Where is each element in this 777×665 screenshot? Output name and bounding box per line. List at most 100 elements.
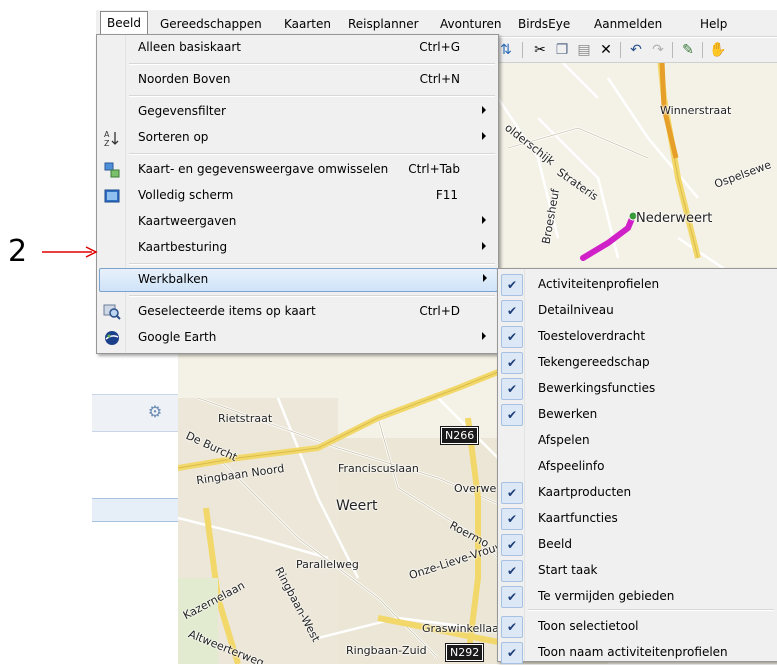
menu-item-label: Gegevensfilter bbox=[138, 104, 226, 118]
submenu-item[interactable]: ✔ Activiteitenprofielen bbox=[500, 273, 776, 296]
menu-item-volledig-scherm[interactable]: Volledig scherm F11 bbox=[99, 185, 496, 207]
checkmark-icon: ✔ bbox=[501, 378, 523, 400]
transfer-icon[interactable]: ⇅ bbox=[496, 40, 516, 60]
copy-icon[interactable]: ❐ bbox=[552, 40, 572, 60]
checkmark-icon: ✔ bbox=[501, 586, 523, 608]
menu-beeld[interactable]: Beeld bbox=[100, 11, 148, 36]
menu-item-shortcut: Ctrl+D bbox=[419, 304, 460, 318]
cut-icon[interactable]: ✂ bbox=[530, 40, 550, 60]
submenu-item-label: Start taak bbox=[538, 563, 598, 577]
menu-item-sorteren-op[interactable]: AZ Sorteren op bbox=[99, 127, 496, 149]
menu-reisplanner[interactable]: Reisplanner bbox=[342, 14, 425, 34]
google-earth-icon bbox=[103, 329, 121, 347]
map-label-winnerstraat: Winnerstraat bbox=[660, 104, 732, 117]
menu-separator bbox=[129, 263, 495, 265]
map-label-parallelweg: Parallelweg bbox=[296, 558, 359, 571]
submenu-item[interactable]: ✔ Bewerkingsfuncties bbox=[500, 377, 776, 400]
undo-icon[interactable]: ↶ bbox=[626, 40, 646, 60]
menu-separator bbox=[129, 63, 495, 65]
menu-gereedschappen[interactable]: Gereedschappen bbox=[154, 14, 268, 34]
menu-item-label: Volledig scherm bbox=[138, 188, 234, 202]
submenu-item[interactable]: ✔ Te vermijden gebieden bbox=[500, 585, 776, 608]
sort-az-icon: AZ bbox=[103, 129, 121, 148]
callout-number: 2 bbox=[8, 234, 28, 269]
draw-tool-icon[interactable]: ✎ bbox=[678, 40, 698, 60]
gear-icon[interactable]: ⚙ bbox=[146, 403, 164, 421]
left-panel-selected-row[interactable] bbox=[92, 498, 178, 522]
submenu-separator bbox=[528, 609, 774, 611]
menu-item-kaartbesturing[interactable]: Kaartbesturing bbox=[99, 237, 496, 259]
submenu-item[interactable]: ✔ Bewerken bbox=[500, 403, 776, 426]
checkmark-icon: ✔ bbox=[501, 326, 523, 348]
callout-arrow-icon bbox=[42, 246, 98, 258]
menu-item-label: Kaart- en gegevensweergave omwisselen bbox=[138, 162, 389, 176]
road-shield-n292: N292 bbox=[444, 643, 485, 662]
delete-icon[interactable]: ✕ bbox=[596, 40, 616, 60]
redo-icon[interactable]: ↷ bbox=[648, 40, 668, 60]
swap-view-icon bbox=[103, 161, 121, 179]
beeld-dropdown-menu: Alleen basiskaart Ctrl+G Noorden Boven C… bbox=[96, 34, 499, 354]
map-label-weert: Weert bbox=[336, 498, 378, 514]
menu-item-gegevensfilter[interactable]: Gegevensfilter bbox=[99, 101, 496, 123]
submenu-item[interactable]: ✔ Beeld bbox=[500, 533, 776, 556]
submenu-item-label: Toesteloverdracht bbox=[538, 329, 646, 343]
menu-item-alleen-basiskaart[interactable]: Alleen basiskaart Ctrl+G bbox=[99, 37, 496, 59]
menu-birdseye[interactable]: BirdsEye bbox=[512, 14, 576, 34]
menu-separator bbox=[129, 95, 495, 97]
menubar: Beeld Gereedschappen Kaarten Reisplanner… bbox=[96, 10, 777, 37]
map-label-franciscuslaan: Franciscuslaan bbox=[338, 462, 419, 475]
menu-item-label: Werkbalken bbox=[138, 272, 209, 286]
menu-item-shortcut: Ctrl+N bbox=[419, 72, 460, 86]
menu-kaarten[interactable]: Kaarten bbox=[278, 14, 337, 34]
left-panel-header: ⚙ bbox=[92, 395, 178, 432]
submenu-item[interactable]: Afspeelinfo bbox=[500, 455, 776, 477]
menu-separator bbox=[129, 295, 495, 297]
checkmark-icon: ✔ bbox=[501, 534, 523, 556]
checkmark-icon: ✔ bbox=[501, 642, 523, 664]
map-label-graswinkellaan: Graswinkellaan bbox=[422, 622, 506, 635]
submenu-arrow-icon bbox=[482, 332, 486, 340]
menu-item-geselecteerde-items-op-kaart[interactable]: Geselecteerde items op kaart Ctrl+D bbox=[99, 301, 496, 323]
submenu-item[interactable]: ✔ Toesteloverdracht bbox=[500, 325, 776, 348]
svg-text:Z: Z bbox=[104, 139, 110, 147]
submenu-item[interactable]: ✔ Start taak bbox=[500, 559, 776, 582]
magnifier-map-icon bbox=[103, 303, 121, 321]
menu-help[interactable]: Help bbox=[694, 14, 733, 34]
submenu-item-label: Tekengereedschap bbox=[538, 355, 650, 369]
menu-item-shortcut: F11 bbox=[435, 188, 458, 202]
menu-item-google-earth[interactable]: Google Earth bbox=[99, 327, 496, 349]
hand-pan-icon[interactable]: ✋ bbox=[708, 40, 728, 60]
werkbalken-submenu: ✔ Activiteitenprofielen ✔ Detailniveau ✔ Toes… bbox=[497, 268, 777, 664]
checkmark-icon: ✔ bbox=[501, 482, 523, 504]
menu-item-werkbalken[interactable]: Werkbalken bbox=[99, 268, 498, 292]
svg-text:A: A bbox=[104, 130, 110, 139]
submenu-item-label: Kaartproducten bbox=[538, 485, 632, 499]
menu-item-label: Noorden Boven bbox=[138, 72, 231, 86]
submenu-item[interactable]: ✔ Toon selectietool bbox=[500, 615, 776, 638]
submenu-item-label: Activiteitenprofielen bbox=[538, 277, 660, 291]
menu-item-kaartweergaven[interactable]: Kaartweergaven bbox=[99, 211, 496, 233]
left-panel: ⚙ bbox=[92, 394, 178, 665]
map-label-rietstraat: Rietstraat bbox=[218, 412, 273, 425]
map-label-ringbaan-zuid: Ringbaan-Zuid bbox=[346, 644, 427, 657]
submenu-item-label: Kaartfuncties bbox=[538, 511, 618, 525]
paste-icon[interactable]: ▤ bbox=[574, 40, 594, 60]
menu-item-kaart-gegevensweergave-omwisselen[interactable]: Kaart- en gegevensweergave omwisselen Ct… bbox=[99, 159, 496, 181]
menu-item-label: Kaartweergaven bbox=[138, 214, 237, 228]
submenu-item[interactable]: ✔ Kaartproducten bbox=[500, 481, 776, 504]
submenu-item[interactable]: Afspelen bbox=[500, 429, 776, 451]
submenu-item[interactable]: ✔ Toon naam activiteitenprofielen bbox=[500, 641, 776, 664]
menu-item-shortcut: Ctrl+Tab bbox=[408, 162, 460, 176]
submenu-item[interactable]: ✔ Kaartfuncties bbox=[500, 507, 776, 530]
menu-avonturen[interactable]: Avonturen bbox=[434, 14, 508, 34]
menu-item-label: Geselecteerde items op kaart bbox=[138, 304, 316, 318]
menu-aanmelden[interactable]: Aanmelden bbox=[588, 14, 668, 34]
menu-item-noorden-boven[interactable]: Noorden Boven Ctrl+N bbox=[99, 69, 496, 91]
submenu-arrow-icon bbox=[483, 274, 487, 282]
menu-item-label: Google Earth bbox=[138, 330, 217, 344]
submenu-item[interactable]: ✔ Detailniveau bbox=[500, 299, 776, 322]
submenu-item[interactable]: ✔ Tekengereedschap bbox=[500, 351, 776, 374]
menu-item-label: Alleen basiskaart bbox=[138, 40, 241, 54]
checkmark-icon: ✔ bbox=[501, 616, 523, 638]
submenu-item-label: Afspeelinfo bbox=[538, 459, 605, 473]
